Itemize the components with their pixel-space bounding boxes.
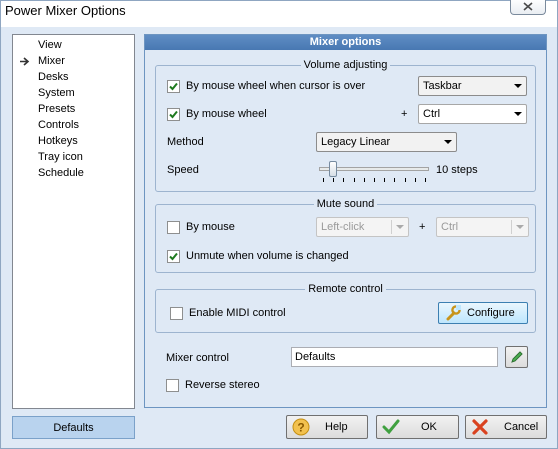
mixer-options-panel: Mixer options Volume adjusting By mouse … (144, 34, 547, 408)
wheel-target-select[interactable]: Taskbar (418, 76, 527, 96)
cancel-icon (472, 419, 488, 435)
nav-item-mixer[interactable]: Mixer (38, 54, 65, 69)
nav-item-hotkeys[interactable]: Hotkeys (38, 134, 78, 149)
mute-modifier-select[interactable]: Ctrl (436, 217, 529, 237)
mixer-control-field[interactable]: Defaults (291, 347, 498, 367)
slider-tick (405, 178, 406, 182)
speed-slider[interactable] (316, 158, 431, 186)
slider-tick (364, 178, 365, 182)
mixer-control-label: Mixer control (166, 352, 229, 364)
cancel-button[interactable]: Cancel (465, 415, 547, 439)
plus-sign: + (401, 108, 408, 120)
nav-item-controls[interactable]: Controls (38, 118, 79, 133)
checkmark-icon (169, 252, 178, 261)
chevron-down-icon (516, 225, 524, 229)
slider-tick (354, 178, 355, 182)
chevron-down-icon (514, 112, 522, 116)
slider-tick (333, 178, 334, 182)
remote-group-title: Remote control (305, 283, 386, 295)
chevron-down-icon (444, 140, 452, 144)
plus-sign: + (419, 221, 426, 233)
options-window: Power Mixer Options View Mixer Desks Sys… (0, 0, 558, 449)
method-label: Method (167, 136, 204, 148)
slider-thumb[interactable] (329, 161, 337, 177)
nav-item-presets[interactable]: Presets (38, 102, 75, 117)
title-bar[interactable]: Power Mixer Options (1, 0, 557, 27)
volume-group-title: Volume adjusting (300, 59, 391, 71)
mute-group-title: Mute sound (313, 198, 378, 210)
wheel-over-label: By mouse wheel when cursor is over (186, 80, 366, 92)
nav-item-view[interactable]: View (38, 38, 62, 53)
wheel-label: By mouse wheel (186, 108, 267, 120)
category-list[interactable]: View Mixer Desks System Presets Controls… (12, 34, 135, 409)
slider-tick (374, 178, 375, 182)
chevron-down-icon (396, 225, 404, 229)
mute-by-mouse-checkbox[interactable] (167, 221, 180, 234)
close-icon (523, 2, 533, 11)
panel-header: Mixer options (145, 35, 546, 50)
remote-control-group: Remote control Enable MIDI control Confi… (155, 283, 536, 333)
pencil-icon (510, 351, 523, 363)
volume-adjusting-group: Volume adjusting By mouse wheel when cur… (155, 59, 536, 192)
reverse-stereo-label: Reverse stereo (185, 379, 260, 391)
mute-sound-group: Mute sound By mouse Left-click + Ctrl Un… (155, 198, 536, 273)
chevron-down-icon (514, 84, 522, 88)
midi-label: Enable MIDI control (189, 307, 286, 319)
checkmark-icon (382, 419, 400, 435)
unmute-label: Unmute when volume is changed (186, 250, 349, 262)
unmute-checkbox[interactable] (167, 250, 180, 263)
wheel-modifier-select[interactable]: Ctrl (418, 104, 527, 124)
nav-item-schedule[interactable]: Schedule (38, 166, 84, 181)
speed-value: 10 steps (436, 164, 478, 176)
nav-item-system[interactable]: System (38, 86, 75, 101)
slider-tick (425, 178, 426, 182)
wheel-checkbox[interactable] (167, 108, 180, 121)
ok-button[interactable]: OK (376, 415, 459, 439)
reverse-stereo-checkbox[interactable] (166, 379, 179, 392)
nav-item-tray-icon[interactable]: Tray icon (38, 150, 83, 165)
nav-item-desks[interactable]: Desks (38, 70, 69, 85)
mute-button-select[interactable]: Left-click (316, 217, 409, 237)
mute-by-mouse-label: By mouse (186, 221, 235, 233)
slider-tick (415, 178, 416, 182)
svg-text:?: ? (297, 421, 304, 435)
checkmark-icon (169, 82, 178, 91)
checkmark-icon (169, 110, 178, 119)
window-title: Power Mixer Options (5, 3, 126, 18)
help-icon: ? (292, 418, 310, 436)
slider-tick (394, 178, 395, 182)
selected-arrow-icon (20, 57, 30, 66)
slider-tick (323, 178, 324, 182)
speed-label: Speed (167, 164, 199, 176)
edit-mixer-button[interactable] (505, 346, 528, 368)
close-button[interactable] (510, 0, 546, 15)
wheel-over-checkbox[interactable] (167, 80, 180, 93)
slider-tick (343, 178, 344, 182)
method-select[interactable]: Legacy Linear (316, 132, 457, 152)
defaults-button[interactable]: Defaults (12, 416, 135, 439)
help-button[interactable]: ? Help (286, 415, 368, 439)
midi-checkbox[interactable] (170, 307, 183, 320)
wrench-icon (446, 305, 461, 321)
slider-tick (384, 178, 385, 182)
configure-button[interactable]: Configure (438, 302, 528, 324)
